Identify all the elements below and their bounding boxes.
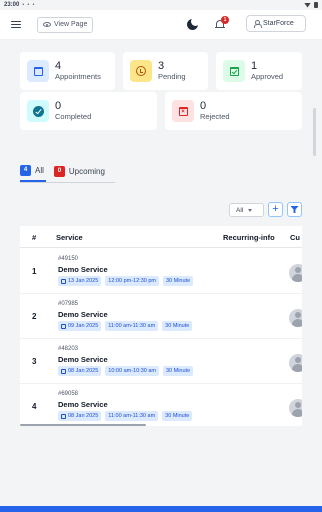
- tab-all[interactable]: 4 All: [20, 160, 46, 182]
- date-text: 13 Jan 2025: [68, 278, 99, 284]
- clock-icon: [130, 60, 152, 82]
- filter-icon: [290, 206, 299, 213]
- time-chip: 11:00 am-11:30 am: [105, 321, 159, 331]
- date-text: 08 Jan 2025: [68, 368, 99, 374]
- tab-upcoming[interactable]: 0 Upcoming: [53, 160, 105, 182]
- appointment-id: #49150: [58, 256, 79, 262]
- service-name: Demo Service: [58, 400, 108, 409]
- duration-chip: 30 Minute: [162, 411, 193, 421]
- wifi-icon: [304, 2, 311, 8]
- duration-chip: 30 Minute: [162, 276, 194, 286]
- customer-avatar: [289, 264, 302, 282]
- date-chip: 13 Jan 2025: [58, 276, 102, 286]
- table-row[interactable]: 3 #48203 Demo Service 08 Jan 2025 10:00 …: [20, 339, 302, 384]
- appointments-table: # Service Recurring-info Cu 1 #49150 Dem…: [20, 226, 302, 426]
- calendar-icon: [61, 323, 66, 329]
- stat-count: 0: [200, 99, 207, 112]
- row-number: 2: [32, 312, 37, 321]
- eye-icon: [43, 22, 51, 27]
- stat-label: Approved: [251, 71, 284, 81]
- service-name: Demo Service: [58, 265, 108, 274]
- date-text: 08 Jan 2025: [68, 413, 99, 419]
- filter-selected-value: All: [236, 206, 244, 214]
- stat-card-approved[interactable]: 1 Approved: [216, 52, 302, 90]
- stat-card-pending[interactable]: 3 Pending: [123, 52, 208, 90]
- stat-count: 4: [55, 59, 62, 72]
- customer-avatar: [289, 399, 302, 417]
- stat-card-appointments[interactable]: 4 Appointments: [20, 52, 115, 90]
- stat-count: 0: [55, 99, 62, 112]
- user-icon: [253, 20, 262, 28]
- customer-avatar: [289, 354, 302, 372]
- date-chip: 08 Jan 2025: [58, 366, 102, 376]
- duration-chip: 30 Minute: [162, 366, 194, 376]
- status-time: 23:00: [4, 2, 20, 8]
- row-number: 1: [32, 267, 37, 276]
- bottom-accent-bar: [0, 506, 322, 512]
- view-page-button[interactable]: View Page: [37, 16, 94, 33]
- stat-label: Pending: [158, 71, 186, 81]
- time-chip: 12:00 pm-12:30 pm: [105, 276, 159, 286]
- dark-mode-toggle-icon[interactable]: [187, 17, 200, 30]
- customer-avatar: [289, 309, 302, 327]
- header-customer: Cu: [290, 233, 300, 242]
- stat-label: Appointments: [55, 71, 101, 81]
- calendar-icon: [61, 413, 66, 419]
- row-number: 4: [32, 402, 37, 411]
- status-icons: • • •: [22, 2, 36, 8]
- check-circle-icon: [27, 100, 49, 122]
- appointment-tabs: 4 All 0 Upcoming: [20, 160, 115, 183]
- add-appointment-button[interactable]: +: [268, 202, 283, 217]
- tab-count-badge: 4: [20, 164, 31, 176]
- page-scrollbar[interactable]: [313, 108, 316, 156]
- plus-icon: +: [272, 203, 279, 215]
- filter-button[interactable]: [287, 202, 302, 217]
- appointment-id: #69058: [58, 391, 79, 397]
- header-service: Service: [56, 233, 83, 242]
- view-page-label: View Page: [54, 21, 88, 28]
- stat-count: 1: [251, 59, 258, 72]
- service-name: Demo Service: [58, 355, 108, 364]
- status-filter-select[interactable]: All: [229, 203, 264, 217]
- notification-count-badge: 1: [221, 16, 229, 24]
- header-recurring-info: Recurring-info: [223, 233, 275, 242]
- time-chip: 10:00 am-10:30 am: [105, 366, 159, 376]
- menu-icon[interactable]: [11, 20, 21, 29]
- tab-count-badge: 0: [53, 165, 65, 177]
- table-header: # Service Recurring-info Cu: [20, 226, 302, 248]
- chevron-down-icon: [248, 208, 253, 212]
- row-number: 3: [32, 357, 37, 366]
- date-chip: 09 Jan 2025: [58, 321, 102, 331]
- stat-label: Rejected: [200, 111, 230, 121]
- system-status-bar: 23:00 • • •: [0, 0, 322, 10]
- table-row[interactable]: 4 #69058 Demo Service 08 Jan 2025 11:00 …: [20, 384, 302, 426]
- calendar-check-icon: [223, 60, 245, 82]
- tab-label: Upcoming: [68, 166, 105, 176]
- calendar-x-icon: ×: [172, 100, 194, 122]
- stat-label: Completed: [55, 111, 92, 121]
- table-row[interactable]: 2 #07985 Demo Service 09 Jan 2025 11:00 …: [20, 294, 302, 339]
- appointment-id: #07985: [58, 301, 79, 307]
- battery-icon: [314, 2, 318, 8]
- date-text: 09 Jan 2025: [68, 323, 99, 329]
- date-chip: 08 Jan 2025: [58, 411, 102, 421]
- header-number: #: [32, 233, 37, 242]
- calendar-icon: [27, 60, 49, 82]
- calendar-icon: [61, 368, 66, 374]
- table-horizontal-scrollbar[interactable]: [20, 424, 146, 426]
- user-menu-button[interactable]: StarForce: [246, 15, 306, 32]
- tab-label: All: [35, 165, 44, 175]
- stat-card-completed[interactable]: 0 Completed: [20, 92, 157, 130]
- duration-chip: 30 Minute: [162, 321, 193, 331]
- calendar-icon: [61, 278, 66, 284]
- service-name: Demo Service: [58, 310, 108, 319]
- stat-card-rejected[interactable]: × 0 Rejected: [165, 92, 302, 130]
- stat-count: 3: [158, 59, 165, 72]
- user-name: StarForce: [263, 20, 294, 27]
- time-chip: 11:00 am-11:30 am: [105, 411, 159, 421]
- table-row[interactable]: 1 #49150 Demo Service 13 Jan 2025 12:00 …: [20, 249, 302, 294]
- appointment-id: #48203: [58, 346, 79, 352]
